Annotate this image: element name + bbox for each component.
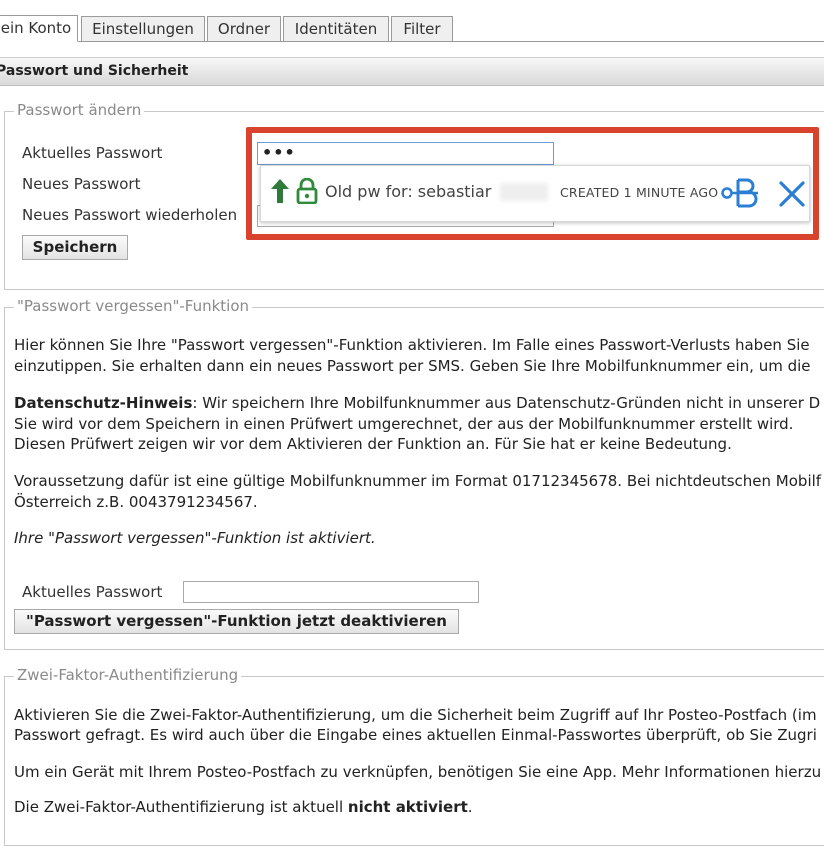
tab-ordner[interactable]: Ordner — [207, 16, 281, 41]
privacy-note-line-2: Sie wird vor dem Speichern in einen Prüf… — [14, 415, 794, 433]
twofa-status-prefix: Die Zwei-Faktor-Authentifizierung ist ak… — [14, 798, 348, 816]
repeat-password-label: Neues Passwort wiederholen — [22, 206, 238, 224]
twofa-app-info: Um ein Gerät mit Ihrem Posteo-Postfach z… — [14, 763, 822, 781]
twofa-status-suffix: . — [467, 798, 473, 816]
forgot-intro-line-1: Hier können Sie Ihre "Passwort vergessen… — [14, 336, 810, 354]
privacy-note-text: : Wir speichern Ihre Mobilfunknummer aus… — [192, 394, 821, 412]
requirement-line-2: Österreich z.B. 0043791234567. — [14, 493, 258, 511]
twofa-intro-line-2: Passwort gefragt. Es wird auch über die … — [14, 726, 817, 744]
forgot-current-password-input[interactable] — [183, 581, 479, 603]
forgot-intro-line-2: einzutippen. Sie erhalten dann ein neues… — [14, 357, 811, 375]
twofa-fieldset — [4, 676, 824, 846]
privacy-note-heading: Datenschutz-Hinweis — [14, 394, 193, 412]
current-password-label: Aktuelles Passwort — [22, 144, 163, 162]
tab-underline — [0, 41, 824, 42]
tab-mein-konto[interactable]: ein Konto — [0, 15, 78, 42]
privacy-note-line-3: Diesen Prüfwert zeigen wir vor dem Aktiv… — [14, 435, 732, 453]
twofa-intro-line-1: Aktivieren Sie die Zwei-Faktor-Authentif… — [14, 706, 817, 724]
change-password-legend: Passwort ändern — [14, 101, 145, 119]
privacy-note-line-1: Datenschutz-Hinweis: Wir speichern Ihre … — [14, 393, 820, 414]
forgot-password-legend: "Passwort vergessen"-Funktion — [14, 297, 253, 315]
new-password-label: Neues Passwort — [22, 175, 141, 193]
tab-bar: ein Konto Einstellungen Ordner Identität… — [0, 0, 824, 42]
section-title: Passwort und Sicherheit — [0, 63, 189, 79]
requirement-line-1: Voraussetzung dafür ist eine gültige Mob… — [14, 472, 822, 490]
section-header: Passwort und Sicherheit — [0, 57, 824, 86]
twofa-legend: Zwei-Faktor-Authentifizierung — [14, 666, 242, 684]
forgot-status-text: Ihre "Passwort vergessen"-Funktion ist a… — [14, 529, 376, 547]
tab-identitaeten[interactable]: Identitäten — [283, 16, 389, 41]
save-button[interactable]: Speichern — [22, 235, 128, 260]
deactivate-forgot-button[interactable]: "Passwort vergessen"-Funktion jetzt deak… — [14, 609, 459, 634]
tab-filter[interactable]: Filter — [391, 16, 453, 41]
twofa-status: Die Zwei-Faktor-Authentifizierung ist ak… — [14, 797, 473, 818]
highlight-frame — [246, 127, 819, 240]
twofa-status-value: nicht aktiviert — [347, 798, 468, 816]
forgot-current-password-label: Aktuelles Passwort — [22, 583, 163, 601]
tab-einstellungen[interactable]: Einstellungen — [81, 16, 205, 41]
